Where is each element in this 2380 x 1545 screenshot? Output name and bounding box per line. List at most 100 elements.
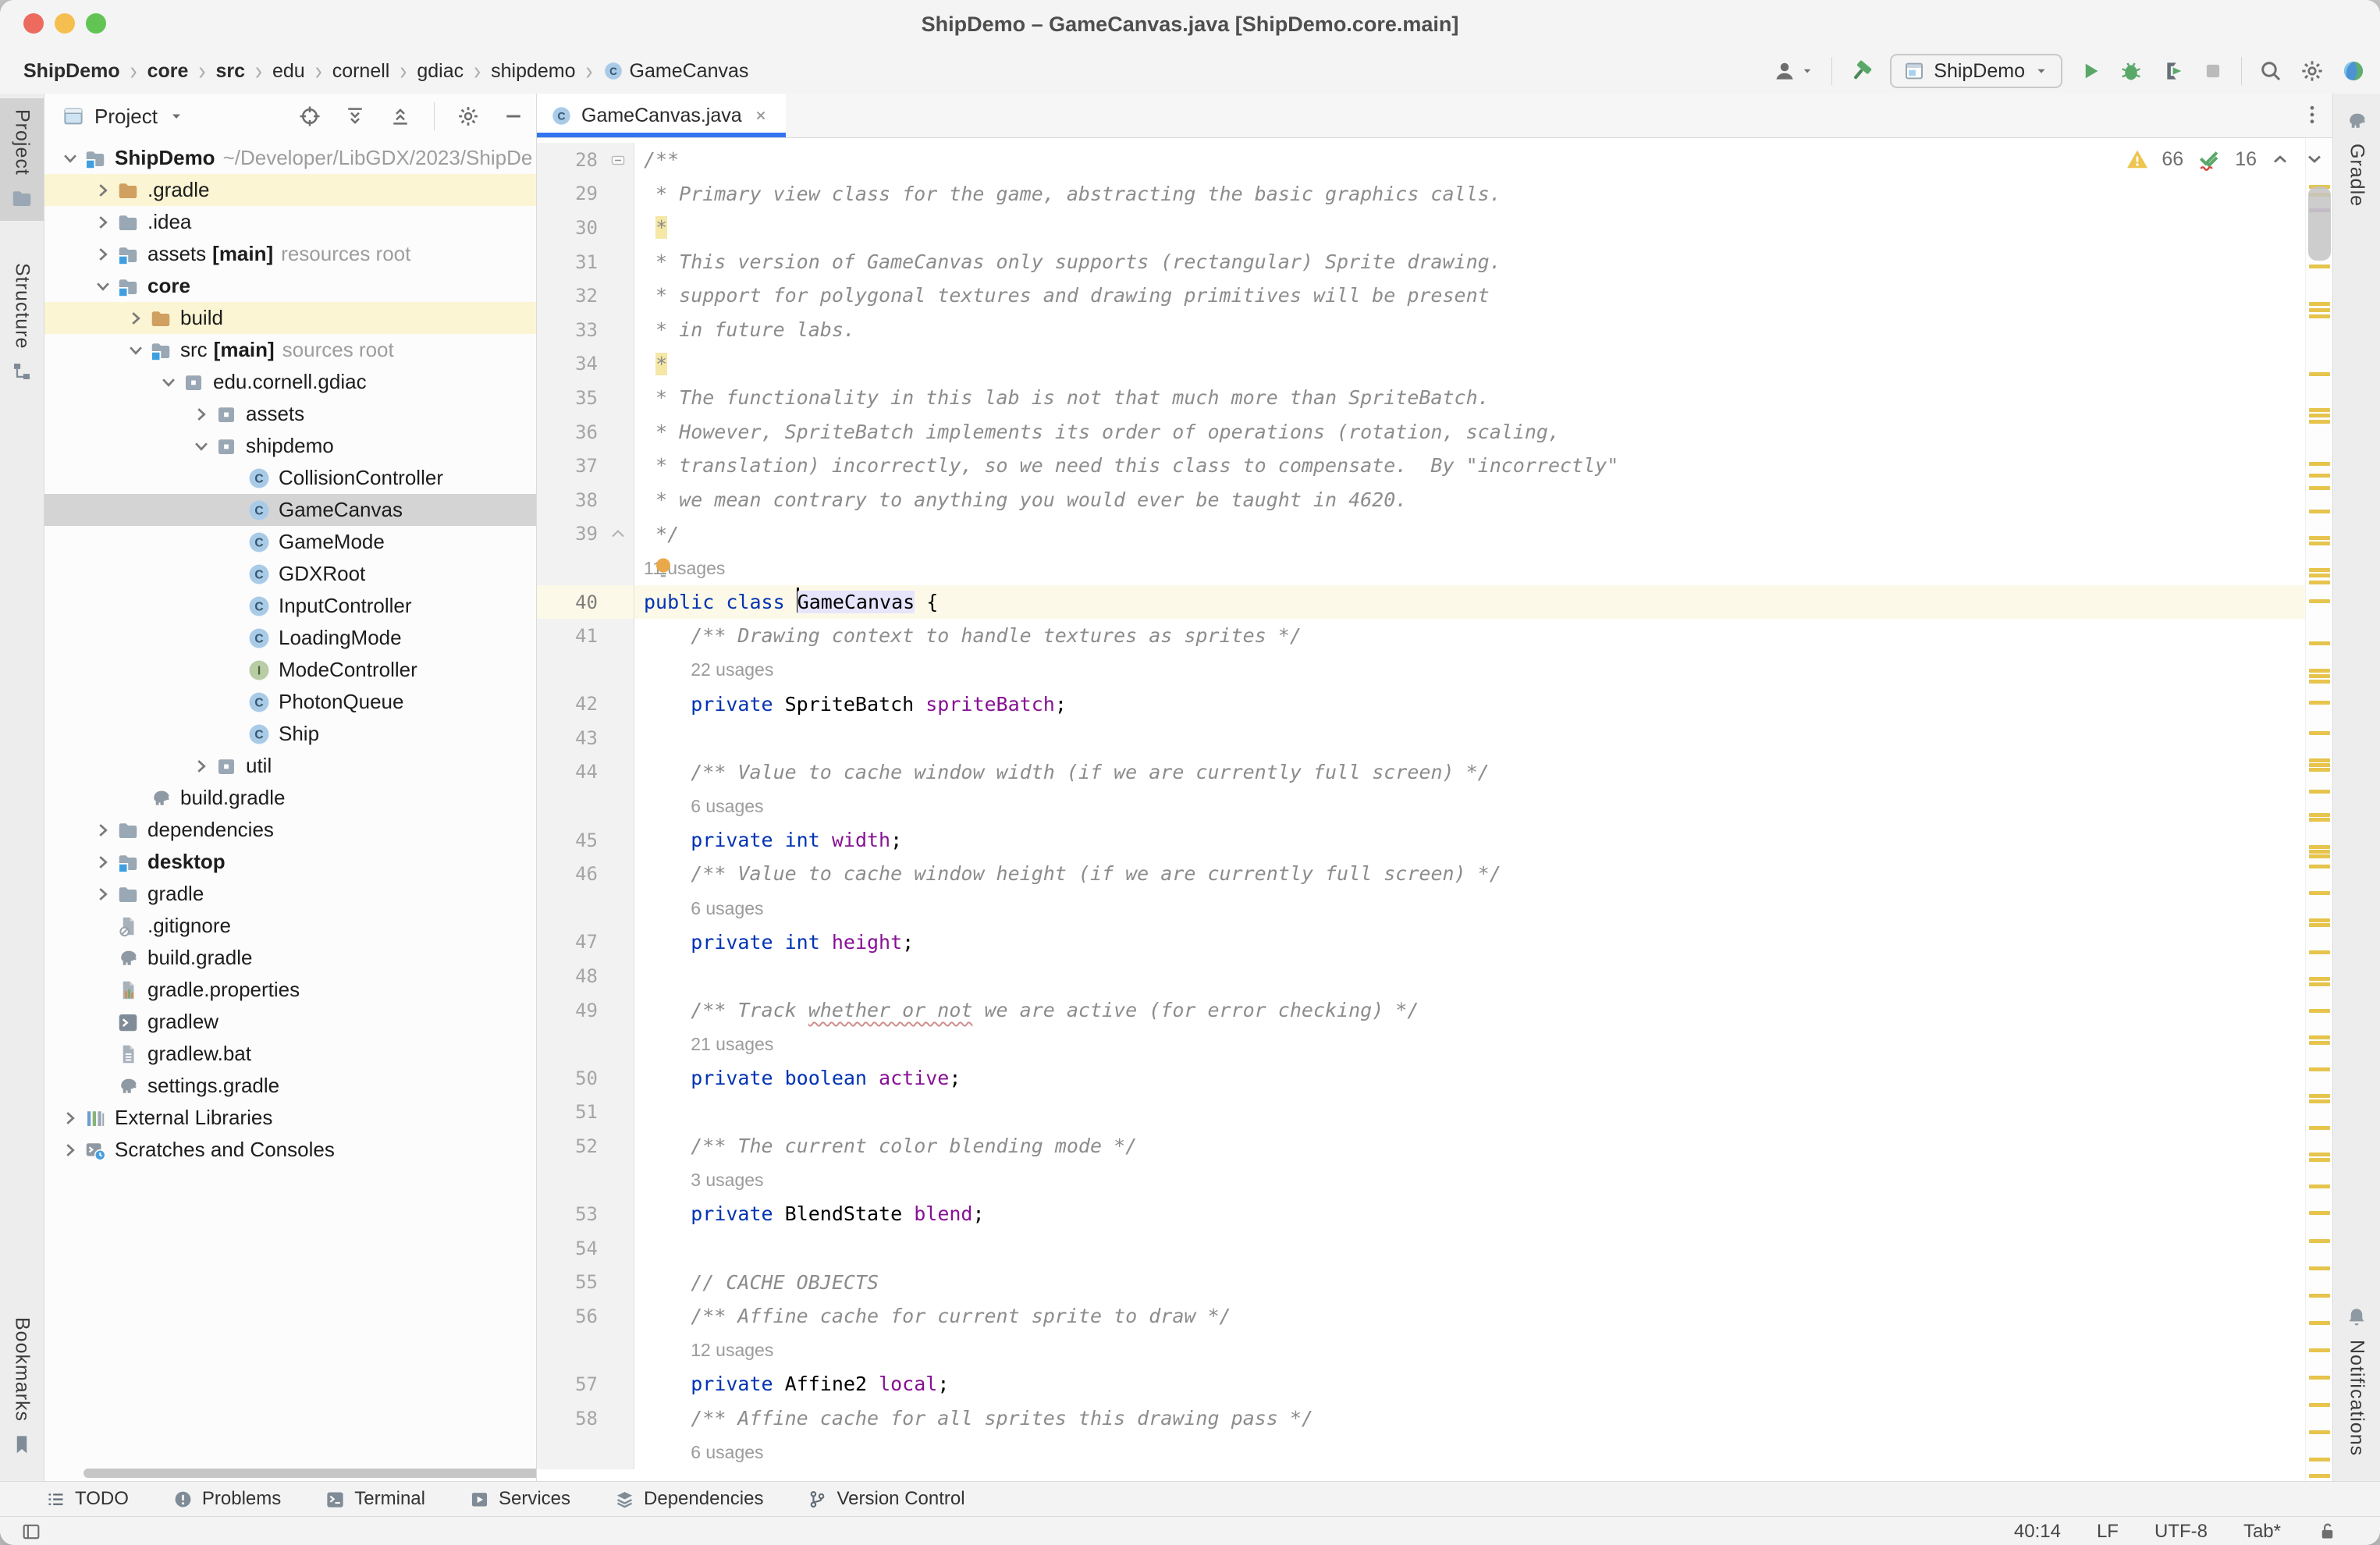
warning-stripe-mark[interactable] (2309, 1067, 2330, 1071)
warning-stripe-mark[interactable] (2309, 568, 2330, 572)
tool-tab-project[interactable]: Project (0, 98, 44, 221)
warning-stripe-mark[interactable] (2309, 1153, 2330, 1156)
tree-item-gradlew[interactable]: gradlew (44, 1006, 536, 1038)
warning-stripe-mark[interactable] (2309, 674, 2330, 678)
code-line-49[interactable]: 49 /** Track whether or not we are activ… (537, 993, 2306, 1028)
warning-stripe-mark[interactable] (2309, 1321, 2330, 1325)
warning-stripe-mark[interactable] (2309, 768, 2330, 772)
unlock-icon[interactable] (2317, 1521, 2338, 1542)
warning-stripe-mark[interactable] (2309, 474, 2330, 478)
tree-item-assets[interactable]: assets[main]resources root (44, 238, 536, 270)
warning-stripe-mark[interactable] (2309, 265, 2330, 268)
code-line-30[interactable]: 30 * (537, 211, 2306, 245)
window-layout-icon[interactable] (20, 1521, 42, 1543)
editor-scrollbar-thumb[interactable] (2308, 186, 2331, 261)
chevron-down-icon[interactable] (167, 107, 186, 126)
code-line-54[interactable]: 54 (537, 1231, 2306, 1266)
tree-item-.gitignore[interactable]: .gitignore (44, 910, 536, 942)
warning-stripe-mark[interactable] (2309, 680, 2330, 684)
breadcrumb-item-shipdemo[interactable]: shipdemo (491, 60, 575, 83)
tree-item-gradle[interactable]: gradle (44, 878, 536, 910)
project-panel-title[interactable]: Project (94, 105, 158, 129)
warning-stripe-mark[interactable] (2309, 669, 2330, 673)
code-line-28[interactable]: 28/** (537, 143, 2306, 177)
breadcrumb-item-edu[interactable]: edu (272, 60, 305, 83)
hide-panel-icon[interactable] (502, 105, 525, 128)
chevright-icon[interactable] (59, 1138, 82, 1162)
bottom-tab-todo[interactable]: TODO (45, 1488, 129, 1510)
warning-stripe-mark[interactable] (2309, 918, 2330, 922)
warning-stripe-mark[interactable] (2309, 865, 2330, 868)
chevdown-icon[interactable] (59, 147, 82, 170)
breadcrumb-item-core[interactable]: core (147, 60, 189, 83)
code-line-47[interactable]: 47 private int height; (537, 925, 2306, 960)
tree-item-build.gradle[interactable]: build.gradle (44, 942, 536, 974)
tool-tab-bookmarks[interactable]: Bookmarks (0, 1306, 44, 1467)
tree-item-external libraries[interactable]: External Libraries (44, 1102, 536, 1134)
code-line-31[interactable]: 31 * This version of GameCanvas only sup… (537, 245, 2306, 279)
chevright-icon[interactable] (91, 179, 115, 202)
tool-tab-structure[interactable]: Structure (0, 252, 44, 394)
bottom-tab-dependencies[interactable]: Dependencies (614, 1488, 763, 1510)
tool-tab-gradle[interactable]: Gradle (2333, 98, 2380, 218)
breadcrumb-item-shipdemo[interactable]: ShipDemo (23, 60, 120, 83)
gear-icon[interactable] (456, 105, 480, 128)
warning-stripe-mark[interactable] (2309, 1348, 2330, 1352)
typo-count[interactable]: 16 (2235, 148, 2257, 171)
warning-stripe-mark[interactable] (2309, 1376, 2330, 1380)
warning-stripe-mark[interactable] (2309, 574, 2330, 577)
warning-stripe-mark[interactable] (2309, 950, 2330, 954)
warning-stripe-mark[interactable] (2309, 790, 2330, 794)
coverage-icon[interactable] (2160, 59, 2185, 83)
tree-item-dependencies[interactable]: dependencies (44, 814, 536, 846)
warning-stripe-mark[interactable] (2309, 731, 2330, 735)
usages-inlay[interactable]: 22 usages (691, 659, 773, 680)
warning-stripe-mark[interactable] (2309, 923, 2330, 927)
code-line-32[interactable]: 32 * support for polygonal textures and … (537, 279, 2306, 313)
chevright-icon[interactable] (91, 819, 115, 842)
tree-item-.gradle[interactable]: .gradle (44, 174, 536, 206)
warning-stripe-mark[interactable] (2309, 1041, 2330, 1045)
chevdown-icon[interactable] (190, 435, 213, 458)
usages-inlay[interactable]: 21 usages (691, 1034, 773, 1054)
tree-item-util[interactable]: util (44, 750, 536, 782)
code-line-36[interactable]: 36 * However, SpriteBatch implements its… (537, 415, 2306, 449)
warning-stripe-mark[interactable] (2309, 1126, 2330, 1130)
tree-item-ship[interactable]: CShip (44, 718, 536, 750)
search-icon[interactable] (2258, 59, 2283, 83)
foldminus-icon[interactable] (609, 151, 627, 169)
code-line-40[interactable]: 40public class GameCanvas { (537, 585, 2306, 620)
warning-stripe-mark[interactable] (2309, 1430, 2330, 1434)
sphere-icon[interactable] (2341, 59, 2366, 83)
tree-item-core[interactable]: core (44, 270, 536, 302)
warning-stripe-mark[interactable] (2309, 581, 2330, 584)
chevdown-icon[interactable] (124, 339, 147, 362)
code-viewport[interactable]: 66 16 28/**29 * Primary view class for t… (537, 138, 2333, 1481)
chevright-icon[interactable] (91, 883, 115, 906)
bottom-tab-services[interactable]: Services (469, 1488, 570, 1510)
warning-stripe-mark[interactable] (2309, 599, 2330, 603)
warning-stripe-mark[interactable] (2309, 536, 2330, 540)
tree-item-.idea[interactable]: .idea (44, 206, 536, 238)
code-line-33[interactable]: 33 * in future labs. (537, 313, 2306, 347)
warning-stripe-mark[interactable] (2309, 510, 2330, 513)
tree-item-gamecanvas[interactable]: CGameCanvas (44, 494, 536, 526)
tree-item-scratches and consoles[interactable]: Scratches and Consoles (44, 1134, 536, 1166)
tree-item-settings.gradle[interactable]: settings.gradle (44, 1070, 536, 1102)
warning-stripe-mark[interactable] (2309, 486, 2330, 490)
tree-item-build.gradle[interactable]: build.gradle (44, 782, 536, 814)
warning-stripe-mark[interactable] (2309, 1403, 2330, 1407)
warning-stripe-mark[interactable] (2309, 818, 2330, 822)
close-icon[interactable] (751, 106, 770, 125)
code-line-52[interactable]: 52 /** The current color blending mode *… (537, 1129, 2306, 1163)
warning-stripe-mark[interactable] (2309, 891, 2330, 895)
code-line-43[interactable]: 43 (537, 721, 2306, 755)
warning-stripe-mark[interactable] (2309, 850, 2330, 854)
code-line-56[interactable]: 56 /** Affine cache for current sprite t… (537, 1299, 2306, 1334)
project-horizontal-scrollbar[interactable] (83, 1469, 537, 1478)
warning-stripe-mark[interactable] (2309, 302, 2330, 306)
code-line-41[interactable]: 41 /** Drawing context to handle texture… (537, 619, 2306, 653)
breadcrumb-item-gdiac[interactable]: gdiac (417, 60, 464, 83)
breadcrumb-item-gamecanvas[interactable]: CGameCanvas (603, 60, 749, 83)
user-menu[interactable] (1773, 59, 1815, 83)
